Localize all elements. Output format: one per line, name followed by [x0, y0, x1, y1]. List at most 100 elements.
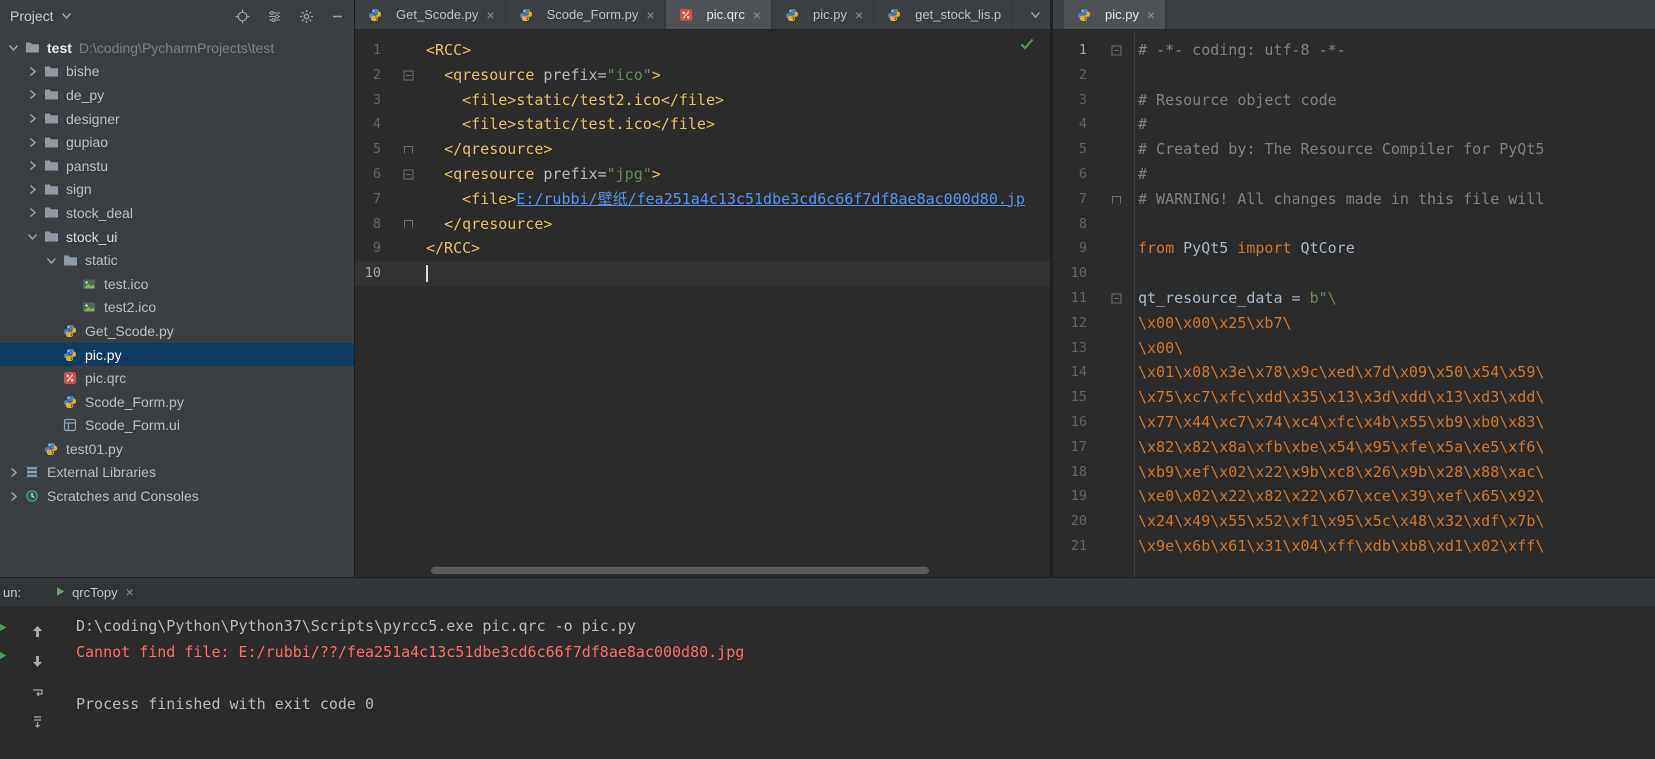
tree-item-test2-ico[interactable]: test2.ico	[0, 296, 354, 320]
hidden-tabs-chevron-icon[interactable]	[1021, 0, 1050, 29]
tree-item-pic-qrc[interactable]: pic.qrc	[0, 366, 354, 390]
tab-get-scode-py[interactable]: Get_Scode.py ×	[355, 0, 506, 29]
soft-wrap-icon[interactable]	[28, 684, 46, 702]
code-line-4[interactable]: 4 #	[1053, 112, 1655, 137]
inspection-ok-icon[interactable]	[1020, 36, 1034, 54]
chevron-right-icon[interactable]	[23, 113, 41, 124]
code-line-21[interactable]: 21 \x9e\x6b\x61\x31\x04\xff\xdb\xb8\xd1\x…	[1053, 534, 1655, 559]
close-icon[interactable]: ×	[855, 8, 863, 22]
code-line-6[interactable]: 6 #	[1053, 162, 1655, 187]
code-line-8[interactable]: 8	[1053, 212, 1655, 237]
chevron-right-icon[interactable]	[23, 66, 41, 77]
tree-item-gupiao[interactable]: gupiao	[0, 130, 354, 154]
tree-item-designer[interactable]: designer	[0, 107, 354, 131]
code-line-7[interactable]: 7 # WARNING! All changes made in this fil…	[1053, 187, 1655, 212]
line-number[interactable]: 10	[1053, 261, 1099, 286]
line-number[interactable]: 6	[355, 162, 395, 187]
chevron-right-icon[interactable]	[4, 491, 22, 502]
line-number[interactable]: 5	[355, 137, 395, 162]
close-icon[interactable]: ×	[126, 585, 134, 599]
code-line-16[interactable]: 16 \x77\x44\xc7\x74\xc4\xfc\x4b\x55\xb9\x…	[1053, 410, 1655, 435]
line-number[interactable]: 2	[1053, 63, 1099, 88]
code-line-5[interactable]: 5 # Created by: The Resource Compiler for…	[1053, 137, 1655, 162]
code-line-19[interactable]: 19 \xe0\x02\x22\x82\x22\x67\xce\x39\xef\x…	[1053, 484, 1655, 509]
code-line-2[interactable]: 2	[1053, 63, 1655, 88]
line-number[interactable]: 11	[1053, 286, 1099, 311]
line-number[interactable]: 16	[1053, 410, 1099, 435]
hide-panel-icon[interactable]	[331, 10, 344, 23]
line-number[interactable]: 14	[1053, 360, 1099, 385]
fold-start-icon[interactable]	[395, 63, 421, 88]
code-line-10[interactable]: 10	[1053, 261, 1655, 286]
down-arrow-icon[interactable]	[28, 652, 46, 670]
chevron-right-icon[interactable]	[23, 89, 41, 100]
code-line-4[interactable]: 4 <file>static/test.ico</file>	[355, 112, 1050, 137]
close-icon[interactable]: ×	[753, 8, 761, 22]
tree-item-stock-deal[interactable]: stock_deal	[0, 201, 354, 225]
code-line-9[interactable]: 9 from PyQt5 import QtCore	[1053, 236, 1655, 261]
line-number[interactable]: 4	[1053, 112, 1099, 137]
fold-end-icon[interactable]	[395, 212, 421, 237]
tree-item-get-scode-py[interactable]: Get_Scode.py	[0, 319, 354, 343]
line-number[interactable]: 5	[1053, 137, 1099, 162]
line-number[interactable]: 17	[1053, 435, 1099, 460]
project-tool-title[interactable]: Project	[10, 8, 54, 24]
line-number[interactable]: 8	[355, 212, 395, 237]
fold-start-icon[interactable]	[395, 162, 421, 187]
fold-start-icon[interactable]	[1099, 286, 1133, 311]
code-line-6[interactable]: 6 <qresource prefix="jpg">	[355, 162, 1050, 187]
chevron-down-icon[interactable]	[4, 42, 22, 53]
line-number[interactable]: 1	[1053, 38, 1099, 63]
run-tab-qrctopy[interactable]: qrcTopy ×	[47, 578, 142, 606]
code-line-9[interactable]: 9 </RCC>	[355, 236, 1050, 261]
close-icon[interactable]: ×	[646, 8, 654, 22]
code-line-3[interactable]: 3 # Resource object code	[1053, 88, 1655, 113]
line-number[interactable]: 13	[1053, 336, 1099, 361]
tab-scode-form-py[interactable]: Scode_Form.py ×	[506, 0, 666, 29]
close-icon[interactable]: ×	[486, 8, 494, 22]
line-number[interactable]: 19	[1053, 484, 1099, 509]
line-number[interactable]: 1	[355, 38, 395, 63]
line-number[interactable]: 4	[355, 112, 395, 137]
chevron-down-icon[interactable]	[23, 231, 41, 242]
code-line-8[interactable]: 8 </qresource>	[355, 212, 1050, 237]
fold-end-icon[interactable]	[395, 137, 421, 162]
line-number[interactable]: 2	[355, 63, 395, 88]
qrc-editor[interactable]: 1 <RCC> 2 <qresource prefix="ico"> 3 <file>…	[355, 30, 1050, 577]
fold-end-icon[interactable]	[1099, 187, 1133, 212]
line-number[interactable]: 10	[355, 261, 395, 286]
code-line-10[interactable]: 10	[355, 261, 1050, 286]
code-line-20[interactable]: 20 \x24\x49\x55\x52\xf1\x95\x5c\x48\x32\x…	[1053, 509, 1655, 534]
line-number[interactable]: 12	[1053, 311, 1099, 336]
chevron-right-icon[interactable]	[4, 467, 22, 478]
line-number[interactable]: 3	[1053, 88, 1099, 113]
fold-start-icon[interactable]	[1099, 38, 1133, 63]
code-line-2[interactable]: 2 <qresource prefix="ico">	[355, 63, 1050, 88]
py-editor[interactable]: 1 # -*- coding: utf-8 -*- 2 3 # Resource obj…	[1053, 30, 1655, 577]
code-line-1[interactable]: 1 <RCC>	[355, 38, 1050, 63]
tree-item-scode-form-ui[interactable]: Scode_Form.ui	[0, 414, 354, 438]
horizontal-scrollbar[interactable]	[431, 567, 929, 574]
code-line-12[interactable]: 12 \x00\x00\x25\xb7\	[1053, 311, 1655, 336]
code-line-7[interactable]: 7 <file>E:/rubbi/壁纸/fea251a4c13c51dbe3cd…	[355, 187, 1050, 212]
line-number[interactable]: 8	[1053, 212, 1099, 237]
tree-item-bishe[interactable]: bishe	[0, 60, 354, 84]
chevron-right-icon[interactable]	[23, 184, 41, 195]
line-number[interactable]: 21	[1053, 534, 1099, 559]
tab-pic-qrc[interactable]: pic.qrc ×	[665, 0, 773, 29]
tree-item-sign[interactable]: sign	[0, 178, 354, 202]
code-line-1[interactable]: 1 # -*- coding: utf-8 -*-	[1053, 38, 1655, 63]
tab-pic-py[interactable]: pic.py ×	[772, 0, 875, 29]
line-number[interactable]: 6	[1053, 162, 1099, 187]
line-number[interactable]: 3	[355, 88, 395, 113]
chevron-right-icon[interactable]	[23, 160, 41, 171]
settings-gear-icon[interactable]	[299, 9, 314, 24]
code-line-14[interactable]: 14 \x01\x08\x3e\x78\x9c\xed\x7d\x09\x50\x…	[1053, 360, 1655, 385]
code-line-3[interactable]: 3 <file>static/test2.ico</file>	[355, 88, 1050, 113]
tab-pic-py[interactable]: pic.py ×	[1064, 0, 1167, 29]
run-icon[interactable]	[0, 646, 10, 664]
up-arrow-icon[interactable]	[28, 622, 46, 640]
line-number[interactable]: 9	[1053, 236, 1099, 261]
tree-item-stock-ui[interactable]: stock_ui	[0, 225, 354, 249]
locate-file-icon[interactable]	[235, 9, 250, 24]
